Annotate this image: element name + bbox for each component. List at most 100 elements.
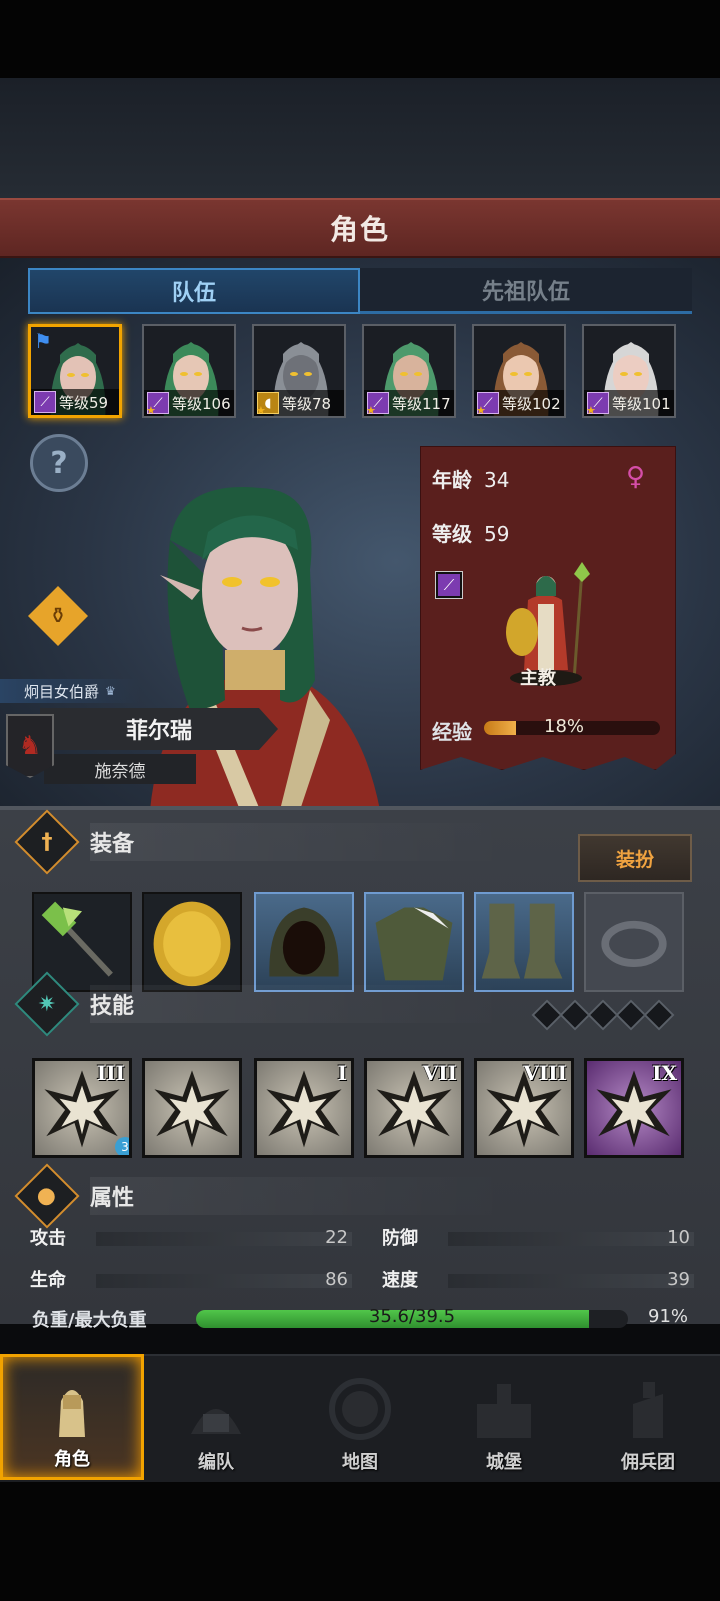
level-label: 等级 (432, 522, 472, 546)
female-icon: ♀ (626, 462, 646, 492)
tab-ancestor-party[interactable]: 先祖队伍 (360, 268, 692, 314)
attack-label: 攻击 (30, 1228, 66, 1249)
character-surname: 施奈德 (94, 761, 146, 782)
meditate-crystal-icon (154, 1070, 230, 1148)
background-top (0, 78, 720, 200)
nav-label: 城堡 (486, 1452, 522, 1473)
attack-value: 22 (325, 1226, 348, 1248)
skill-slot-3[interactable]: I (254, 1058, 354, 1158)
nav-castle[interactable]: 城堡 (432, 1354, 576, 1480)
party-member-6[interactable]: ⟋ ★ 等级101 (582, 324, 676, 418)
nav-label: 地图 (342, 1452, 378, 1473)
portrait-level: 等级59 (59, 393, 109, 412)
party-member-2[interactable]: ⟋ ★ 等级106 (142, 324, 236, 418)
equipment-slot-5[interactable] (474, 892, 574, 992)
boots-icon (481, 903, 563, 979)
speed-label: 速度 (382, 1270, 418, 1291)
nav-mercenary[interactable]: 佣兵团 (576, 1354, 720, 1480)
help-button[interactable]: ? (30, 434, 88, 492)
tab-party[interactable]: 队伍 (28, 268, 360, 314)
star-icon: ★ (586, 404, 596, 417)
skill-slot-2[interactable] (142, 1058, 242, 1158)
skill-point-diamond (559, 999, 591, 1031)
equipment-slot-4[interactable] (364, 892, 464, 992)
horse-crest-icon: ♞ (18, 731, 42, 761)
exp-bar-fill (484, 721, 516, 735)
formation-icon (191, 1409, 241, 1434)
exp-label: 经验 (432, 720, 472, 744)
party-member-3[interactable]: ◖ ★ 等级78 (252, 324, 346, 418)
load-label: 负重/最大负重 (32, 1310, 147, 1331)
staff-icon: ⟋ ★ (586, 392, 609, 417)
bottom-bezel (0, 1482, 720, 1601)
attributes-header: ● 属性 (14, 1163, 510, 1229)
equipment-header: † 装备 (14, 809, 510, 875)
portrait-level: 等级102 (502, 394, 561, 413)
dress-up-button[interactable]: 装扮 (578, 834, 692, 882)
skills-title: 技能 (90, 985, 510, 1023)
equipment-slot-6[interactable] (584, 892, 684, 992)
skill-point-diamond (587, 999, 619, 1031)
question-icon: ? (50, 445, 68, 481)
staff-icon: ⟋ ★ (366, 392, 389, 417)
staff-icon: ⟋ ★ (146, 392, 169, 417)
family-crest[interactable]: ♞ (6, 714, 54, 778)
level-value: 59 (484, 522, 510, 546)
page-title-banner: 角色 (0, 198, 720, 258)
skill-rank: I (337, 1061, 347, 1085)
defense-value: 10 (667, 1226, 690, 1248)
skill-rank: III (96, 1061, 125, 1085)
star-icon: ★ (366, 404, 376, 417)
party-member-1[interactable]: ⚑ ⟋ 等级59 (28, 324, 122, 418)
skill-slot-6[interactable]: IX (584, 1058, 684, 1158)
mercenary-icon (633, 1382, 663, 1438)
hp-value: 86 (325, 1268, 348, 1290)
nav-formation[interactable]: 编队 (144, 1354, 288, 1480)
party-member-4[interactable]: ⟋ ★ 等级117 (362, 324, 456, 418)
character-name-box[interactable]: 菲尔瑞 (40, 708, 278, 750)
portrait-level-bar: ⟋ 等级59 (31, 389, 119, 415)
star-icon: ★ (256, 404, 266, 417)
page-title: 角色 (329, 213, 390, 246)
skill-slot-4[interactable]: VII (364, 1058, 464, 1158)
skill-points (531, 999, 675, 1031)
equipment-title: 装备 (90, 823, 510, 861)
character-title: 炯目女伯爵 (24, 682, 100, 701)
nav-label: 角色 (54, 1449, 90, 1470)
stat-speed: 速度 39 (382, 1264, 702, 1294)
portrait-level: 等级106 (172, 394, 231, 413)
round-shield-icon (153, 901, 231, 987)
stat-hp: 生命 86 (30, 1264, 360, 1294)
exp-percent: 18% (544, 716, 585, 737)
portrait-level-bar: ⟋ ★ 等级102 (474, 390, 564, 416)
nav-label: 编队 (198, 1452, 234, 1473)
star-icon: ★ (146, 404, 156, 417)
speed-value: 39 (667, 1268, 690, 1290)
skill-slot-1[interactable]: III 3 (32, 1058, 132, 1158)
portrait-level: 等级78 (282, 394, 332, 413)
skill-point-diamond (615, 999, 647, 1031)
class-staff-icon[interactable]: ⟋ (435, 571, 463, 599)
equipment-slot-2[interactable] (142, 892, 242, 992)
portrait-level-bar: ⟋ ★ 等级106 (144, 390, 234, 416)
character-surname-box: 施奈德 (44, 754, 196, 784)
stat-attack: 攻击 22 (30, 1222, 360, 1252)
star-icon: ★ (476, 404, 486, 417)
equipment-slot-3[interactable] (254, 892, 354, 992)
skill-slot-5[interactable]: VIII (474, 1058, 574, 1158)
load-value: 35.6/39.5 (368, 1306, 456, 1327)
skills-section-icon: ✷ (14, 971, 80, 1037)
attributes-section-icon: ● (14, 1163, 80, 1229)
portrait-level-bar: ◖ ★ 等级78 (254, 390, 344, 416)
staff-icon: ⟋ ★ (476, 392, 499, 417)
skill-rank: VII (422, 1061, 457, 1085)
nav-knight[interactable]: 角色 (0, 1354, 144, 1480)
load-percent: 91% (648, 1306, 689, 1327)
character-name: 菲尔瑞 (125, 719, 192, 744)
portrait-level-bar: ⟋ ★ 等级101 (584, 390, 674, 416)
party-member-5[interactable]: ⟋ ★ 等级102 (472, 324, 566, 418)
crown-icon: ♛ (105, 684, 116, 698)
nav-compass-map[interactable]: 地图 (288, 1354, 432, 1480)
stat-defense: 防御 10 (382, 1222, 702, 1252)
character-title-bar: 炯目女伯爵 ♛ (0, 679, 140, 703)
